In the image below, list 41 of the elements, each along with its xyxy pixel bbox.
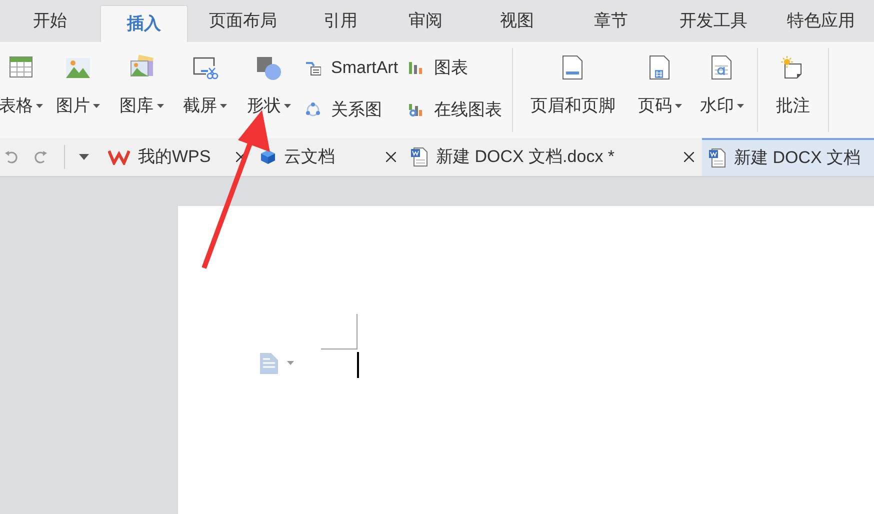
text-cursor — [357, 352, 359, 378]
ribbon-button[interactable]: 图片 — [46, 42, 110, 138]
ribbon-button[interactable]: 页眉和页脚 — [517, 42, 630, 138]
close-icon[interactable] — [684, 152, 694, 162]
menu-tab[interactable]: 插入 — [100, 5, 188, 42]
smartart-icon — [305, 60, 321, 76]
menu-tab[interactable]: 审阅 — [383, 0, 468, 42]
chart-icon — [408, 60, 424, 76]
ribbon-button[interactable]: 形状 — [237, 42, 301, 138]
relation-icon — [305, 102, 321, 118]
document-tab[interactable]: 新建 DOCX 文档 — [702, 138, 874, 176]
document-icon — [410, 147, 428, 167]
ribbon-button[interactable]: 批注 — [762, 42, 824, 138]
ribbon-button[interactable]: 图库 — [110, 42, 173, 138]
tab-title[interactable]: 新建 DOCX 文档.docx * — [436, 144, 676, 170]
tab-title[interactable]: 新建 DOCX 文档 — [734, 145, 874, 171]
menu-tab[interactable]: 视图 — [468, 0, 566, 42]
menu-tab[interactable]: 引用 — [298, 0, 383, 42]
ribbon-button[interactable]: 水印 — [691, 42, 754, 138]
ribbon-button[interactable]: 关系图 — [305, 94, 398, 126]
ribbon-button[interactable]: 页码 — [629, 42, 692, 138]
menu-tab[interactable]: 章节 — [566, 0, 656, 42]
shapes-icon — [255, 54, 283, 82]
menu-tab[interactable]: 特色应用 — [771, 0, 871, 42]
menu-tab[interactable]: 开发工具 — [656, 0, 771, 42]
menu-tab[interactable]: 页面布局 — [188, 0, 298, 42]
document-icon — [708, 148, 726, 168]
close-icon[interactable] — [386, 152, 396, 162]
tab-title[interactable]: 云文档 — [284, 144, 378, 170]
tab-title[interactable]: 我的WPS — [138, 144, 228, 170]
dropdown-icon[interactable] — [79, 154, 89, 160]
ribbon-button[interactable]: 在线图表 — [408, 94, 502, 126]
ribbon-button[interactable]: SmartArt — [305, 52, 398, 84]
menu-tab[interactable]: 开始 — [0, 0, 100, 42]
close-icon[interactable] — [236, 152, 246, 162]
logo-icon — [108, 149, 130, 165]
ribbon-button[interactable]: 截屏 — [173, 42, 237, 138]
ribbon-button[interactable]: 图表 — [408, 52, 502, 84]
margin-corner-mark — [321, 314, 358, 350]
online-chart-icon — [408, 102, 424, 118]
cube-icon — [260, 149, 276, 165]
